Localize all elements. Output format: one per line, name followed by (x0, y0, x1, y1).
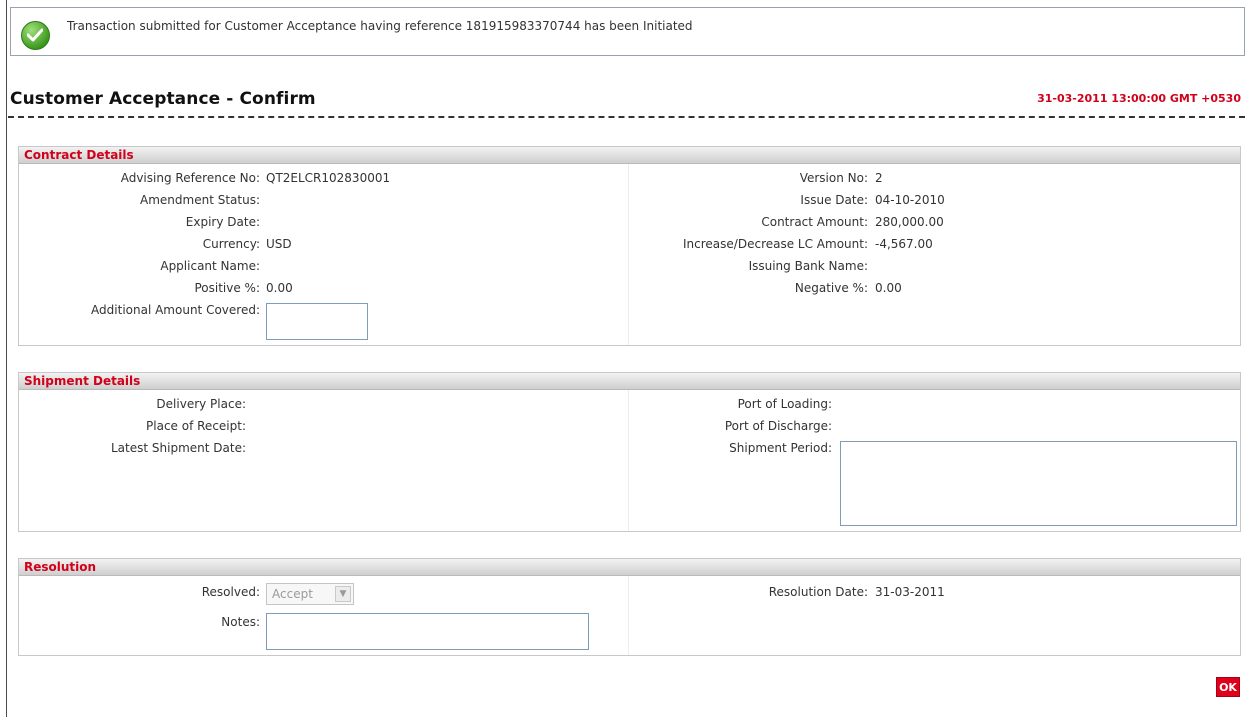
version-value: 2 (875, 171, 883, 185)
advising-ref-value: QT2ELCR102830001 (266, 171, 391, 185)
column-divider (628, 576, 629, 655)
incdec-lc-amount-label: Increase/Decrease LC Amount: (683, 237, 868, 251)
positive-value: 0.00 (266, 281, 293, 295)
contract-amount-label: Contract Amount: (761, 215, 868, 229)
resolution-date-value: 31-03-2011 (875, 585, 945, 599)
port-of-loading-label: Port of Loading: (737, 397, 832, 411)
additional-amount-label: Additional Amount Covered: (91, 303, 260, 317)
port-of-discharge-label: Port of Discharge: (724, 419, 832, 433)
currency-label: Currency: (202, 237, 260, 251)
ok-button[interactable]: OK (1216, 677, 1240, 697)
page-title: Customer Acceptance - Confirm (10, 89, 316, 109)
resolved-label: Resolved: (201, 585, 260, 599)
title-divider (8, 116, 1245, 118)
section-heading: Resolution (19, 559, 1240, 576)
contract-amount-value: 280,000.00 (875, 215, 944, 229)
version-label: Version No: (799, 171, 868, 185)
notes-input[interactable] (266, 613, 589, 650)
page-datetime: 31-03-2011 13:00:00 GMT +0530 (1037, 92, 1241, 105)
resolution-section: Resolution Resolved: Accept ▼ Notes: Res… (18, 558, 1241, 656)
expiry-date-label: Expiry Date: (185, 215, 260, 229)
notice-message: Transaction submitted for Customer Accep… (67, 19, 693, 33)
positive-label: Positive %: (194, 281, 260, 295)
place-of-receipt-label: Place of Receipt: (146, 419, 246, 433)
negative-value: 0.00 (875, 281, 902, 295)
issuing-bank-label: Issuing Bank Name: (748, 259, 868, 273)
currency-value: USD (266, 237, 292, 251)
latest-shipment-date-label: Latest Shipment Date: (111, 441, 246, 455)
amendment-status-label: Amendment Status: (140, 193, 260, 207)
resolved-select-value: Accept (272, 587, 313, 601)
issue-date-label: Issue Date: (800, 193, 868, 207)
negative-label: Negative %: (794, 281, 868, 295)
column-divider (628, 164, 629, 345)
additional-amount-input[interactable] (266, 303, 368, 340)
column-divider (628, 390, 629, 531)
resolution-date-label: Resolution Date: (768, 585, 868, 599)
advising-ref-label: Advising Reference No: (120, 171, 260, 185)
resolved-select[interactable]: Accept ▼ (266, 583, 354, 605)
applicant-name-label: Applicant Name: (160, 259, 260, 273)
issue-date-value: 04-10-2010 (875, 193, 945, 207)
incdec-lc-amount-value: -4,567.00 (875, 237, 933, 251)
shipment-period-label: Shipment Period: (729, 441, 832, 455)
check-circle-icon (21, 21, 50, 50)
contract-details-section: Contract Details Advising Reference No: … (18, 146, 1241, 346)
shipment-period-input[interactable] (840, 441, 1237, 526)
notes-label: Notes: (221, 615, 260, 629)
section-heading: Contract Details (19, 147, 1240, 164)
chevron-down-icon[interactable]: ▼ (335, 586, 351, 602)
section-heading: Shipment Details (19, 373, 1240, 390)
shipment-details-section: Shipment Details Delivery Place: Place o… (18, 372, 1241, 532)
delivery-place-label: Delivery Place: (156, 397, 246, 411)
success-notice: Transaction submitted for Customer Accep… (10, 7, 1245, 56)
